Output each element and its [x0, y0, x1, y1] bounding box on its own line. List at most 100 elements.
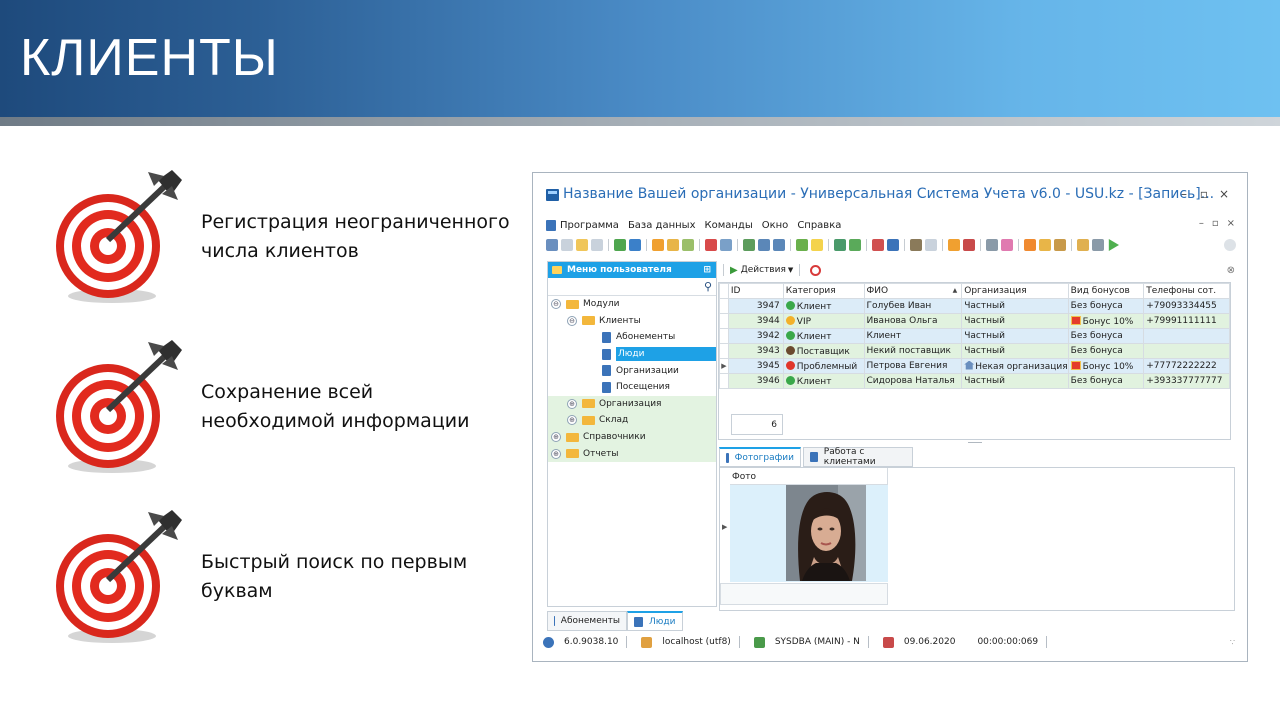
cell-id[interactable]: 3942 [727, 328, 784, 344]
expand-icon[interactable]: ⊕ [551, 432, 561, 443]
window-close-icon[interactable] [887, 239, 899, 251]
filter-settings-icon[interactable] [667, 239, 679, 251]
search-icon[interactable] [629, 239, 641, 251]
menu-item-help[interactable]: Справка [797, 220, 841, 231]
cell-phone[interactable] [1143, 343, 1230, 359]
cell-bonus[interactable]: Бонус 10% [1067, 313, 1145, 329]
tree-item-warehouse[interactable]: ⊕ Склад [548, 412, 716, 429]
menu-item-window[interactable]: Окно [762, 220, 789, 231]
table-row[interactable]: 3943 Поставщик Некий поставщик Частный Без б… [719, 343, 1230, 359]
expand-icon[interactable]: ⊕ [567, 398, 577, 409]
search-icon[interactable]: ⚲ [704, 280, 712, 293]
filter-clear-icon[interactable] [682, 239, 694, 251]
resize-grip-icon[interactable]: ∵ [1230, 638, 1235, 647]
cell-name[interactable]: Петрова Евгения [863, 358, 963, 374]
image-icon[interactable] [720, 239, 732, 251]
cell-organization[interactable]: Частный [961, 328, 1069, 344]
tab-photos[interactable]: Фотографии [719, 447, 801, 467]
excel-icon[interactable] [849, 239, 861, 251]
table-row[interactable]: 3942 Клиент Клиент Частный Без бонуса [719, 328, 1230, 344]
mdi-restore-button[interactable]: ▫ [1212, 218, 1219, 229]
photo-cell[interactable] [730, 485, 888, 582]
grid-icon[interactable] [1077, 239, 1089, 251]
cell-bonus[interactable]: Без бонуса [1067, 328, 1145, 344]
circle-icon[interactable] [925, 239, 937, 251]
table-row[interactable]: 3944 VIP Иванова Ольга Частный Бонус 10% +799… [719, 313, 1230, 329]
cell-id[interactable]: 3943 [727, 343, 784, 359]
refresh-icon[interactable] [614, 239, 626, 251]
cell-bonus[interactable]: Без бонуса [1067, 373, 1145, 389]
delete-icon[interactable] [591, 239, 603, 251]
column-header-organization[interactable]: Организация [961, 283, 1069, 299]
column-header-bonus[interactable]: Вид бонусов [1067, 283, 1145, 299]
insert-icon[interactable] [796, 239, 808, 251]
cell-bonus[interactable]: Бонус 10% [1067, 358, 1145, 374]
settings-icon[interactable] [986, 239, 998, 251]
cell-bonus[interactable]: Без бонуса [1067, 298, 1145, 314]
menu-item-database[interactable]: База данных [628, 220, 696, 231]
tree-item-subscriptions[interactable]: Абонементы [548, 329, 716, 346]
maximize-button[interactable]: ▫ [1197, 188, 1211, 200]
calendar-icon[interactable] [963, 239, 975, 251]
play-icon[interactable] [1108, 239, 1119, 251]
collapse-icon[interactable] [773, 239, 785, 251]
cell-id[interactable]: 3947 [727, 298, 784, 314]
column-header-category[interactable]: Категория [782, 283, 865, 299]
columns-icon[interactable] [743, 239, 755, 251]
pin-icon[interactable]: ⊞ [703, 265, 711, 275]
table-row[interactable]: 3947 Клиент Голубев Иван Частный Без бонуса +… [719, 298, 1230, 314]
window-titlebar[interactable]: Название Вашей организации - Универсальн… [533, 173, 1247, 215]
rss-icon[interactable] [1024, 239, 1036, 251]
expand-icon[interactable]: ⊕ [567, 415, 577, 426]
tab-people[interactable]: Люди [627, 611, 683, 631]
report-icon[interactable] [910, 239, 922, 251]
cell-category[interactable]: Клиент [782, 328, 865, 344]
cell-category[interactable]: Проблемный [782, 358, 865, 374]
cell-name[interactable]: Некий поставщик [863, 343, 963, 359]
cell-bonus[interactable]: Без бонуса [1067, 343, 1145, 359]
cell-organization[interactable]: Некая организация [961, 358, 1069, 374]
menu-search-box[interactable]: ⚲ [548, 278, 716, 296]
users-icon[interactable] [1054, 239, 1066, 251]
cell-name[interactable]: Клиент [863, 328, 963, 344]
cell-id[interactable]: 3945 [727, 358, 784, 374]
cell-category[interactable]: Поставщик [782, 343, 865, 359]
cell-organization[interactable]: Частный [961, 343, 1069, 359]
collapse-icon[interactable]: ⊖ [551, 299, 561, 310]
cell-phone[interactable]: +77772222222 [1143, 358, 1230, 374]
note-icon[interactable] [811, 239, 823, 251]
mdi-minimize-button[interactable]: – [1199, 218, 1204, 229]
tree-item-organization[interactable]: ⊕ Организация [548, 395, 716, 413]
column-header-id[interactable]: ID [727, 283, 784, 299]
stop-icon[interactable] [810, 264, 822, 276]
cell-phone[interactable]: +79991111111 [1143, 313, 1230, 329]
panel-close-icon[interactable]: ⊗ [1227, 265, 1235, 276]
splitter-handle[interactable] [968, 442, 982, 443]
export-icon[interactable] [834, 239, 846, 251]
cell-organization[interactable]: Частный [961, 313, 1069, 329]
color-icon[interactable] [1001, 239, 1013, 251]
edit-icon[interactable] [576, 239, 588, 251]
cell-id[interactable]: 3946 [727, 373, 784, 389]
tree-item-organizations[interactable]: Организации [548, 362, 716, 379]
copy-icon[interactable] [561, 239, 573, 251]
cell-organization[interactable]: Частный [961, 373, 1069, 389]
cell-name[interactable]: Сидорова Наталья [863, 373, 963, 389]
close-button[interactable]: × [1217, 188, 1231, 200]
menu-item-commands[interactable]: Команды [704, 220, 752, 231]
window-new-icon[interactable] [872, 239, 884, 251]
actions-dropdown[interactable]: Действия [741, 265, 786, 275]
mdi-close-button[interactable]: × [1227, 218, 1235, 229]
cell-category[interactable]: Клиент [782, 298, 865, 314]
tree-item-directories[interactable]: ⊕ Справочники [548, 428, 716, 446]
column-header-name[interactable]: ФИО ▲ [863, 283, 963, 299]
cell-category[interactable]: Клиент [782, 373, 865, 389]
add-record-icon[interactable] [546, 239, 558, 251]
menu-item-program[interactable]: Программа [560, 220, 619, 231]
tree-item-clients[interactable]: ⊖ Клиенты [548, 313, 716, 330]
chevron-down-icon[interactable]: ▼ [788, 266, 793, 274]
filter-icon[interactable] [652, 239, 664, 251]
tab-client-work[interactable]: Работа с клиентами [803, 447, 913, 467]
expand-icon[interactable] [758, 239, 770, 251]
cell-phone[interactable]: +393337777777 [1143, 373, 1230, 389]
